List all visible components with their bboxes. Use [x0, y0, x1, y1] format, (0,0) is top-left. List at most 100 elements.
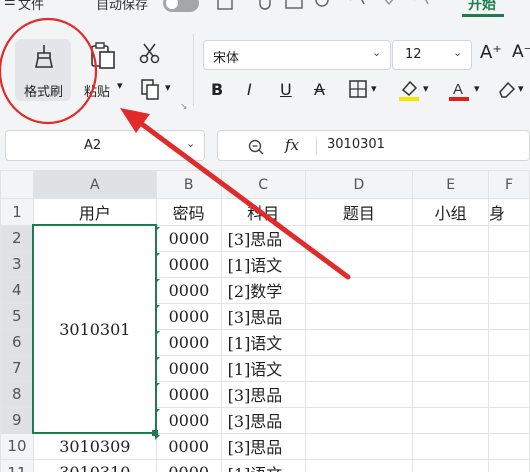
- cell-f[interactable]: [488, 250, 530, 278]
- cell-b[interactable]: 0000: [155, 380, 222, 408]
- cell-e[interactable]: [412, 328, 490, 356]
- column-header-d[interactable]: D: [304, 170, 414, 199]
- cell-c[interactable]: [1]语文: [220, 250, 306, 278]
- cell-b[interactable]: 0000: [155, 250, 222, 278]
- cell-c[interactable]: [2]数学: [220, 276, 306, 304]
- cell-b[interactable]: 0000: [155, 406, 222, 434]
- header-cell-subject[interactable]: 科目: [220, 198, 306, 226]
- border-dropdown-icon[interactable]: ▾: [371, 82, 377, 95]
- cell-d[interactable]: [304, 250, 414, 278]
- cell-d[interactable]: [304, 302, 414, 330]
- cell-a[interactable]: 3010309: [32, 432, 157, 460]
- cell-f[interactable]: [488, 328, 530, 356]
- hamburger-icon[interactable]: ☰: [4, 0, 16, 9]
- cell-c[interactable]: [3]思品: [220, 224, 306, 252]
- cell-e[interactable]: [412, 354, 490, 382]
- row-header[interactable]: 5: [0, 302, 34, 330]
- cell-b[interactable]: 0000: [155, 276, 222, 304]
- cell-d[interactable]: [304, 224, 414, 252]
- clipboard-expand-icon[interactable]: ↘: [180, 102, 188, 112]
- header-cell-identity[interactable]: 身: [488, 198, 530, 226]
- decrease-font-icon[interactable]: A⁻: [512, 42, 530, 62]
- cell-f[interactable]: [488, 354, 530, 382]
- fill-color-icon[interactable]: [398, 78, 420, 102]
- column-header-c[interactable]: C: [220, 170, 306, 199]
- cell-f[interactable]: [488, 302, 530, 330]
- copy-icon[interactable]: [140, 78, 162, 102]
- header-cell-password[interactable]: 密码: [155, 198, 222, 226]
- cell-d[interactable]: [304, 406, 414, 434]
- row-header[interactable]: 4: [0, 276, 34, 304]
- eraser-dropdown-icon[interactable]: ▾: [518, 82, 524, 95]
- cell-b[interactable]: 0000: [155, 328, 222, 356]
- cell-a[interactable]: 3010310: [32, 459, 157, 472]
- paste-label[interactable]: 粘贴: [84, 81, 110, 100]
- cell-d[interactable]: [304, 380, 414, 408]
- eraser-icon[interactable]: [497, 80, 517, 98]
- row-header[interactable]: 8: [0, 380, 34, 408]
- column-header-f[interactable]: F: [488, 170, 530, 199]
- cell-c[interactable]: [1]语文: [220, 354, 306, 382]
- row-header[interactable]: 10: [0, 432, 34, 460]
- row-header[interactable]: 6: [0, 328, 34, 356]
- autosave-toggle[interactable]: [163, 0, 199, 12]
- cell-f[interactable]: [488, 406, 530, 434]
- header-cell-user[interactable]: 用户: [32, 198, 157, 226]
- cell-c[interactable]: [3]思品: [220, 406, 306, 434]
- cell-f[interactable]: [488, 380, 530, 408]
- underline-icon[interactable]: U: [280, 80, 292, 99]
- increase-font-icon[interactable]: A⁺: [480, 42, 502, 63]
- bold-icon[interactable]: B: [211, 80, 223, 99]
- column-header-b[interactable]: B: [155, 170, 222, 199]
- cell-e[interactable]: [412, 250, 490, 278]
- cell-b[interactable]: 0000: [155, 432, 222, 460]
- font-name-select[interactable]: 宋体 ⌄: [203, 40, 391, 70]
- column-header-e[interactable]: E: [412, 170, 490, 199]
- merged-cell-a2[interactable]: 3010301: [32, 224, 158, 434]
- paste-dropdown-icon[interactable]: ▾: [117, 79, 123, 92]
- cell-f[interactable]: [488, 224, 530, 252]
- strikethrough-icon[interactable]: A: [314, 80, 325, 99]
- cell-b[interactable]: 0000: [155, 224, 222, 252]
- zoom-search-icon[interactable]: [248, 139, 264, 155]
- cell-e[interactable]: [412, 224, 490, 252]
- font-color-dropdown-icon[interactable]: ▾: [474, 82, 480, 95]
- cell-d[interactable]: [304, 328, 414, 356]
- cell-c[interactable]: [3]思品: [220, 432, 306, 460]
- cell-c[interactable]: [1]语文: [220, 328, 306, 356]
- border-icon[interactable]: [348, 79, 368, 99]
- cell-c[interactable]: [3]思品: [220, 380, 306, 408]
- cell-f[interactable]: [488, 276, 530, 304]
- cell-d[interactable]: [304, 432, 414, 460]
- paste-icon[interactable]: [88, 42, 118, 72]
- row-header[interactable]: 3: [0, 250, 34, 278]
- cell-f[interactable]: [488, 432, 530, 460]
- font-color-icon[interactable]: A: [448, 78, 470, 102]
- column-header-a[interactable]: A: [32, 170, 157, 199]
- cell-c[interactable]: [1]语文: [220, 459, 306, 472]
- cell-e[interactable]: [412, 276, 490, 304]
- row-header[interactable]: 11: [0, 459, 34, 472]
- fx-icon[interactable]: fx: [285, 136, 299, 154]
- font-size-select[interactable]: 12 ⌄: [392, 40, 472, 70]
- cell-e[interactable]: [412, 380, 490, 408]
- row-header[interactable]: 9: [0, 406, 34, 434]
- cell-d[interactable]: [304, 459, 414, 472]
- cell-b[interactable]: 0000: [155, 459, 222, 472]
- row-header[interactable]: 1: [0, 198, 34, 226]
- row-header[interactable]: 2: [0, 224, 34, 252]
- cell-d[interactable]: [304, 354, 414, 382]
- cell-e[interactable]: [412, 406, 490, 434]
- header-cell-group[interactable]: 小组: [412, 198, 490, 226]
- cut-icon[interactable]: [138, 42, 162, 66]
- cell-e[interactable]: [412, 302, 490, 330]
- cell-f[interactable]: [488, 459, 530, 472]
- italic-icon[interactable]: I: [247, 80, 252, 99]
- formula-input[interactable]: fx 3010301: [217, 130, 530, 161]
- cell-d[interactable]: [304, 276, 414, 304]
- name-box[interactable]: A2 ⌄: [5, 130, 205, 161]
- cell-c[interactable]: [3]思品: [220, 302, 306, 330]
- fill-dropdown-icon[interactable]: ▾: [423, 82, 429, 95]
- copy-dropdown-icon[interactable]: ▾: [165, 81, 171, 94]
- row-header[interactable]: 7: [0, 354, 34, 382]
